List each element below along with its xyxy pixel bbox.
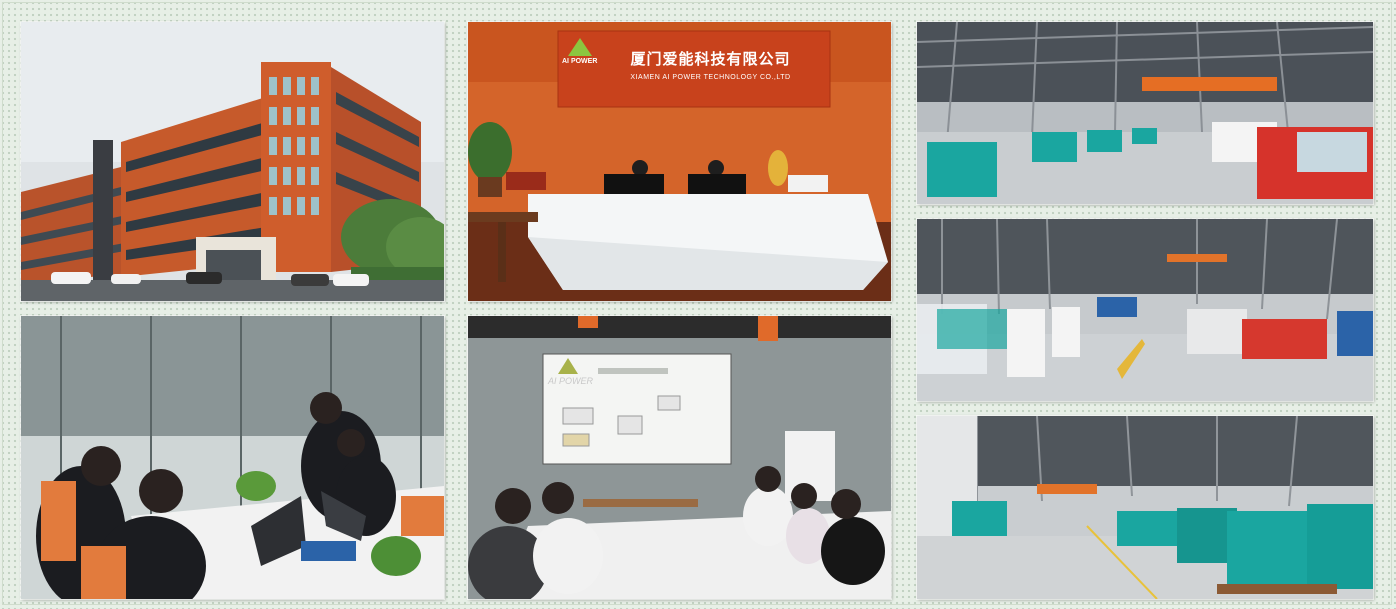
company-name-english: XIAMEN AI POWER TECHNOLOGY CO.,LTD (630, 74, 791, 81)
photo-training-room: AI POWER (468, 316, 891, 599)
photo-generator-warehouse (917, 22, 1373, 204)
photo-building-exterior (21, 22, 444, 301)
photo-generator-production-line (917, 416, 1373, 599)
photo-meeting-room (21, 316, 444, 599)
photo-reception-desk: 厦门爱能科技有限公司 XIAMEN AI POWER TECHNOLOGY CO… (468, 22, 891, 301)
company-name-chinese: 厦门爱能科技有限公司 (630, 51, 791, 68)
sign-brand-logo-text: AI POWER (562, 58, 598, 65)
projector-brand-text: AI POWER (548, 376, 594, 386)
photo-generator-storage (917, 219, 1373, 401)
